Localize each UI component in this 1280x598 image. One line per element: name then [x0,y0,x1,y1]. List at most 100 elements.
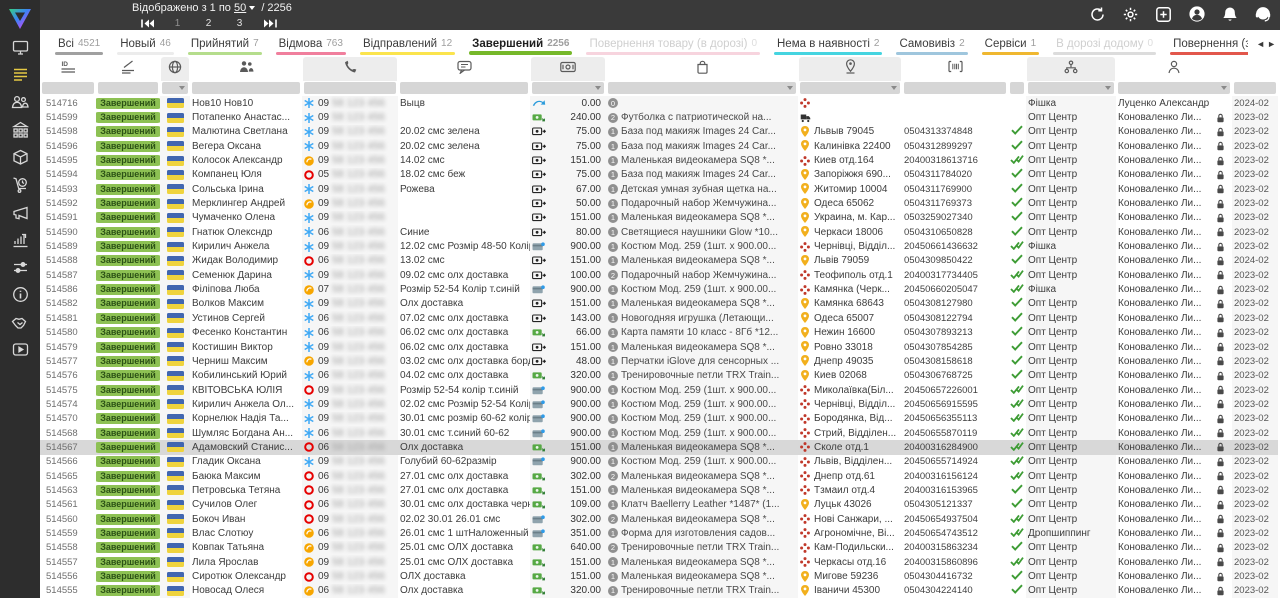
page-size-select[interactable]: 50 [234,2,246,14]
order-row-514599[interactable]: 514599ЗавершенийПотапенко Анастас...0958… [40,110,1280,124]
order-row-514596[interactable]: 514596ЗавершенийВегера Оксана0958 123 45… [40,139,1280,153]
filter-manager-input[interactable] [1118,82,1230,94]
sidebar-item-settings[interactable] [0,256,40,284]
last-page-button[interactable] [255,19,285,28]
filter-id-input[interactable] [42,82,94,94]
app-logo-icon[interactable] [8,2,32,36]
sidebar-item-orders[interactable] [0,64,40,92]
order-row-514570[interactable]: 514570ЗавершенийКорнелюк Надія Та...0958… [40,412,1280,426]
tabs-scroll-right-icon[interactable]: ► [1267,39,1276,49]
column-header-source[interactable] [1027,57,1115,81]
column-header-delivery[interactable] [799,57,901,81]
column-header-status[interactable] [96,57,160,81]
filter-status-input[interactable] [98,82,158,94]
order-row-514581[interactable]: 514581ЗавершенийУстинов Сергей0658 123 4… [40,311,1280,325]
order-row-514591[interactable]: 514591ЗавершенийЧумаченко Олена0958 123 … [40,211,1280,225]
filter-ttn-input[interactable] [904,82,1006,94]
order-row-514568[interactable]: 514568ЗавершенийШумляс Богдана Ан...0658… [40,426,1280,440]
page-button-1[interactable]: 1 [162,18,193,29]
sidebar-item-marketing[interactable] [0,201,40,229]
column-header-date[interactable] [1232,57,1278,81]
order-row-514716[interactable]: 514716ЗавершенийНов10 Нов100958 123 456В… [40,96,1280,110]
tab-повернення-завершений-[interactable]: Повернення (завершений)125 [1163,30,1248,57]
filter-sum-input[interactable] [532,82,604,94]
filter-delivery-input[interactable] [800,82,900,94]
order-row-514587[interactable]: 514587ЗавершенийСеменюк Дарина0958 123 4… [40,268,1280,282]
order-row-514593[interactable]: 514593ЗавершенийСольська Ірина0958 123 4… [40,182,1280,196]
order-row-514566[interactable]: 514566ЗавершенийГладик Оксана0958 123 45… [40,455,1280,469]
sidebar-item-company[interactable] [0,119,40,147]
refresh-icon[interactable] [1089,6,1106,23]
filter-date-input[interactable] [1234,82,1276,94]
order-row-514580[interactable]: 514580ЗавершенийФесенко Константин0658 1… [40,326,1280,340]
profile-icon[interactable] [1188,5,1206,23]
order-row-514556[interactable]: 514556ЗавершенийСиротюк Олександр0958 12… [40,569,1280,583]
order-row-514590[interactable]: 514590ЗавершенийГнатюк Олексндр0658 123 … [40,225,1280,239]
tab-новый[interactable]: Новый46 [110,30,181,57]
filter-country-input[interactable] [162,82,188,94]
filter-comment-input[interactable] [400,82,528,94]
sidebar-item-dashboard[interactable] [0,36,40,64]
tab-сервіси[interactable]: Сервіси1 [975,30,1047,57]
filter-customer-input[interactable] [192,82,300,94]
support-headset-icon[interactable] [1254,6,1272,23]
column-header-comment[interactable] [398,57,530,81]
order-row-514594[interactable]: 514594ЗавершенийКомпанец Юля0558 123 456… [40,168,1280,182]
page-button-3[interactable]: 3 [224,18,255,29]
column-header-product[interactable] [606,57,798,81]
order-row-514560[interactable]: 514560ЗавершенийБокоч Иван0958 123 45602… [40,512,1280,526]
order-row-514577[interactable]: 514577ЗавершенийЧерниш Максим0958 123 45… [40,354,1280,368]
order-row-514598[interactable]: 514598ЗавершенийМалютина Светлана0958 12… [40,125,1280,139]
tabs-scroll-left-icon[interactable]: ◄ [1256,39,1265,49]
first-page-button[interactable] [132,19,162,28]
order-row-514595[interactable]: 514595ЗавершенийКолосок Александр0958 12… [40,153,1280,167]
order-row-514555[interactable]: 514555ЗавершенийНовосад Олеся0658 123 45… [40,584,1280,598]
sidebar-item-products[interactable] [0,146,40,174]
order-row-514586[interactable]: 514586ЗавершенийФіліпова Люба0758 123 45… [40,282,1280,296]
column-header-id[interactable]: ID [40,57,96,81]
order-row-514592[interactable]: 514592ЗавершенийМерклингер Андрей0958 12… [40,196,1280,210]
sidebar-item-info[interactable] [0,284,40,312]
column-header-country[interactable] [161,57,189,81]
order-row-514565[interactable]: 514565ЗавершенийБаюка Максим0658 123 456… [40,469,1280,483]
tab-прийнятий[interactable]: Прийнятий7 [181,30,269,57]
order-row-514574[interactable]: 514574ЗавершенийКирилич Анжела Ол...0958… [40,397,1280,411]
order-row-514579[interactable]: 514579ЗавершенийКостишин Виктор0958 123 … [40,340,1280,354]
tab-повернення-товару-в-дорозі-[interactable]: Повернення товару (в дорозі)0 [579,30,767,57]
tab-нема-в-наявності[interactable]: Нема в наявності2 [767,30,889,57]
sidebar-item-purchases[interactable] [0,174,40,202]
tab-відмова[interactable]: Відмова763 [269,30,353,57]
filter-product-input[interactable] [608,82,796,94]
order-row-514559[interactable]: 514559ЗавершенийВлас Слотюу0658 123 4562… [40,526,1280,540]
sidebar-item-customers[interactable] [0,91,40,119]
sidebar-item-videos[interactable] [0,339,40,367]
column-header-manager[interactable] [1116,57,1232,81]
filter-source-input[interactable] [1028,82,1114,94]
settings-gear-icon[interactable] [1122,6,1139,23]
order-row-514561[interactable]: 514561ЗавершенийСучилов Олег0658 123 456… [40,498,1280,512]
tab-завершений[interactable]: Завершений2256 [462,30,579,57]
column-header-phone[interactable] [303,57,397,81]
order-row-514576[interactable]: 514576ЗавершенийКобилинський Юрий0658 12… [40,369,1280,383]
notifications-bell-icon[interactable] [1222,6,1238,23]
order-row-514582[interactable]: 514582ЗавершенийВолков Максим0958 123 45… [40,297,1280,311]
order-row-514558[interactable]: 514558ЗавершенийКовпак Татьяна0958 123 4… [40,541,1280,555]
order-row-514588[interactable]: 514588ЗавершенийЖидак Володимир0658 123 … [40,254,1280,268]
tab-відправлений[interactable]: Відправлений12 [353,30,462,57]
order-row-514557[interactable]: 514557ЗавершенийЛила Ярослав0958 123 456… [40,555,1280,569]
column-header-sum[interactable] [531,57,605,81]
order-row-514567[interactable]: 514567ЗавершенийАдамовский Станис...0658… [40,440,1280,454]
add-order-icon[interactable] [1155,6,1172,23]
page-button-2[interactable]: 2 [193,18,224,29]
tab-самовивіз[interactable]: Самовивіз2 [889,30,974,57]
tab-всі[interactable]: Всі4521 [48,30,110,57]
column-header-customer[interactable] [190,57,302,81]
order-row-514563[interactable]: 514563ЗавершенийПетровська Тетяна0658 12… [40,483,1280,497]
column-header-ttn-status[interactable] [1008,57,1026,81]
filter-ttn-status-input[interactable] [1010,82,1024,94]
sidebar-item-partners[interactable] [0,311,40,339]
column-header-ttn[interactable] [902,57,1008,81]
tab-в-дорозі-додому[interactable]: В дорозі додому0 [1046,30,1163,57]
sidebar-item-reports[interactable] [0,229,40,257]
filter-phone-input[interactable] [304,82,396,94]
